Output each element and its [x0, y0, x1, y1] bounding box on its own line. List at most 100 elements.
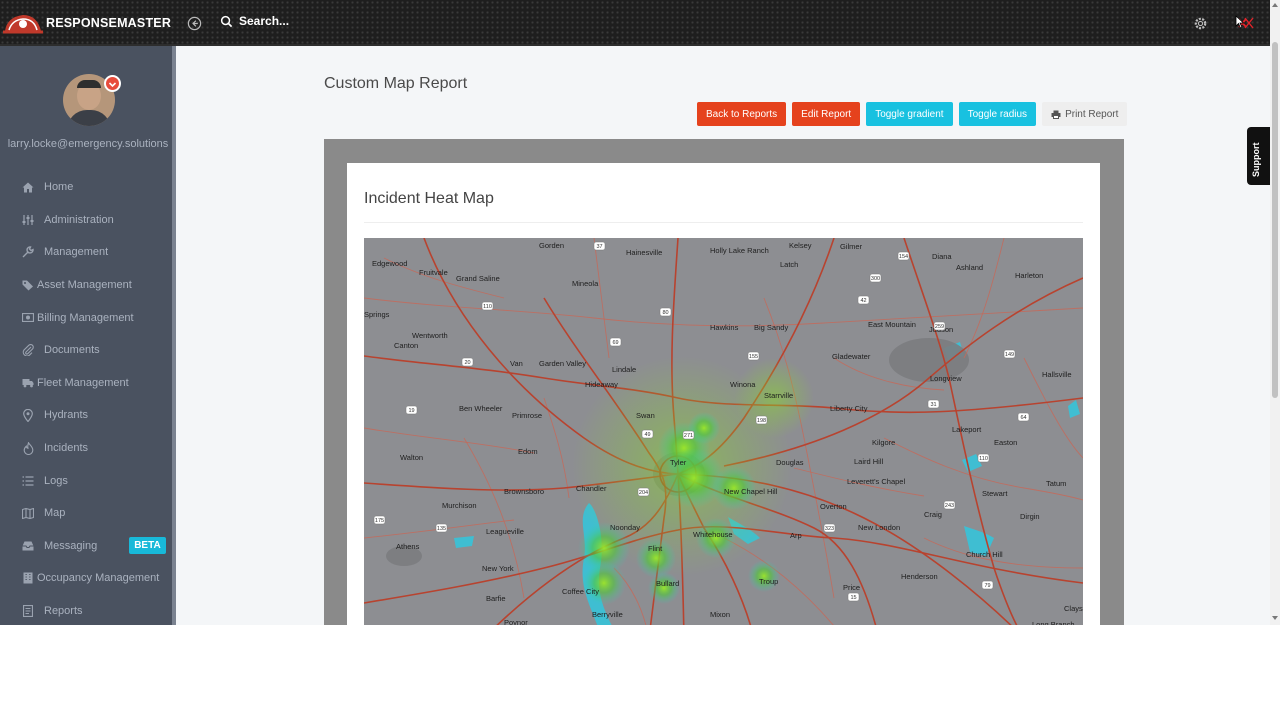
- highway-number: 243: [945, 503, 954, 509]
- map-place-label: Noonday: [610, 523, 640, 532]
- sidebar-item-asset-management[interactable]: Asset Management: [0, 269, 172, 302]
- incident-heat-map[interactable]: Gorden Edgewood Fruitvale Grand Saline Mineo…: [364, 238, 1083, 625]
- sidebar-item-reports[interactable]: Reports: [0, 595, 172, 625]
- map-place-label: Garden Valley: [539, 359, 586, 368]
- map-place-label: Craig: [924, 510, 942, 519]
- map-place-label: Wentworth: [412, 331, 448, 340]
- brand[interactable]: RESPONSEMASTER: [3, 11, 171, 35]
- highway-number: 37: [596, 244, 602, 250]
- sidebar: larry.locke@emergency.solutions Home Adm…: [0, 46, 176, 625]
- highway-number: 135: [437, 526, 446, 532]
- sidebar-item-label: Hydrants: [44, 409, 89, 422]
- page-scrollbar[interactable]: [1270, 0, 1280, 625]
- map-place-label: Overton: [820, 502, 847, 511]
- sidebar-item-billing-management[interactable]: Billing Management: [0, 301, 172, 334]
- fire-icon: [21, 441, 35, 455]
- map-place-label: Douglas: [776, 458, 804, 467]
- map-place-label: New London: [858, 523, 900, 532]
- sidebar-nav: Home Administration Management Asset Man…: [0, 171, 172, 625]
- scrollbar-thumb[interactable]: [1272, 42, 1278, 398]
- brand-name: RESPONSEMASTER: [46, 16, 172, 30]
- highway-number: 42: [860, 298, 866, 304]
- paperclip-icon: [21, 343, 35, 357]
- sidebar-item-incidents[interactable]: Incidents: [0, 432, 172, 465]
- highway-number: 300: [871, 276, 880, 282]
- toggle-radius-button[interactable]: Toggle radius: [958, 102, 1037, 126]
- support-tab[interactable]: Support: [1247, 127, 1270, 185]
- map-place-label: Hideaway: [585, 380, 618, 389]
- sidebar-item-label: Fleet Management: [37, 376, 129, 389]
- map-place-label: Berryville: [592, 610, 623, 619]
- highway-number: 271: [684, 433, 693, 439]
- gear-icon[interactable]: [1193, 16, 1208, 36]
- map-canvas[interactable]: Gorden Edgewood Fruitvale Grand Saline Mineo…: [364, 238, 1083, 625]
- highway-number: 323: [825, 526, 834, 532]
- scroll-down-icon[interactable]: [1272, 616, 1278, 620]
- sidebar-item-label: Occupancy Management: [37, 572, 160, 585]
- map-place-label: Price: [843, 583, 860, 592]
- sidebar-item-documents[interactable]: Documents: [0, 334, 172, 367]
- toggle-gradient-button[interactable]: Toggle gradient: [866, 102, 953, 126]
- back-arrow-icon[interactable]: [187, 16, 202, 36]
- map-place-label: Hawkins: [710, 323, 739, 332]
- status-badge-icon: [104, 75, 121, 92]
- sidebar-item-logs[interactable]: Logs: [0, 464, 172, 497]
- map-place-label: Easton: [994, 438, 1017, 447]
- map-place-label: New Chapel Hill: [724, 487, 778, 496]
- search-box[interactable]: [220, 14, 439, 28]
- sidebar-item-label: Messaging: [44, 539, 98, 552]
- map-place-label: Coffee City: [562, 587, 599, 596]
- map-place-label: New York: [482, 564, 514, 573]
- back-to-reports-button[interactable]: Back to Reports: [697, 102, 787, 126]
- sidebar-item-label: Logs: [44, 474, 68, 487]
- print-icon: [1051, 110, 1061, 119]
- mouse-cursor-icon: [1235, 15, 1245, 29]
- map-place-label: Hallsville: [1042, 370, 1072, 379]
- map-place-label: Tyler: [670, 458, 687, 467]
- home-icon: [21, 180, 35, 194]
- report-frame: Incident Heat Map Gorden Edgewood Fruitv…: [324, 139, 1124, 625]
- highway-number: 204: [639, 490, 648, 496]
- map-place-label: Leverett's Chapel: [847, 477, 905, 486]
- map-place-label: Tatum: [1046, 479, 1066, 488]
- map-place-label: Laird Hill: [854, 457, 884, 466]
- scroll-up-icon[interactable]: [1272, 3, 1278, 7]
- map-place-label: Winona: [730, 380, 756, 389]
- map-place-label: Mineola: [572, 279, 599, 288]
- sidebar-item-map[interactable]: Map: [0, 497, 172, 530]
- highway-number: 31: [930, 402, 936, 408]
- highway-number: 198: [757, 418, 766, 424]
- map-place-label: Mixon: [710, 610, 730, 619]
- card-divider: [364, 222, 1083, 223]
- highway-number: 49: [644, 432, 650, 438]
- edit-report-button[interactable]: Edit Report: [792, 102, 861, 126]
- truck-icon: [21, 376, 35, 390]
- map-place-label: Barfie: [486, 594, 506, 603]
- map-place-label: Church Hill: [966, 550, 1003, 559]
- map-place-label: Hainesville: [626, 248, 662, 257]
- sidebar-item-label: Home: [44, 181, 74, 194]
- map-place-label: Chandler: [576, 484, 607, 493]
- sidebar-item-messaging[interactable]: Messaging BETA: [0, 530, 172, 563]
- highway-number: 155: [749, 354, 758, 360]
- highway-number: 154: [899, 254, 908, 260]
- sidebar-item-home[interactable]: Home: [0, 171, 172, 204]
- sidebar-item-occupancy-management[interactable]: Occupancy Management: [0, 562, 172, 595]
- map-place-label: Gorden: [539, 241, 564, 250]
- map-place-label: Brownsboro: [504, 487, 544, 496]
- map-place-label: Arp: [790, 531, 802, 540]
- beta-badge: BETA: [129, 537, 166, 555]
- search-input[interactable]: [239, 14, 439, 28]
- map-place-label: Longview: [930, 374, 962, 383]
- map-place-label: Liberty City: [830, 404, 868, 413]
- sidebar-item-administration[interactable]: Administration: [0, 204, 172, 237]
- print-report-button[interactable]: Print Report: [1042, 102, 1128, 126]
- map-place-label: Clays: [1064, 604, 1083, 613]
- sidebar-item-fleet-management[interactable]: Fleet Management: [0, 367, 172, 400]
- sidebar-item-hydrants[interactable]: Hydrants: [0, 399, 172, 432]
- sidebar-item-management[interactable]: Management: [0, 236, 172, 269]
- map-place-label: Holly Lake Ranch: [710, 246, 769, 255]
- map-place-label: Diana: [932, 252, 952, 261]
- report-icon: [21, 604, 35, 618]
- highway-number: 64: [1020, 415, 1026, 421]
